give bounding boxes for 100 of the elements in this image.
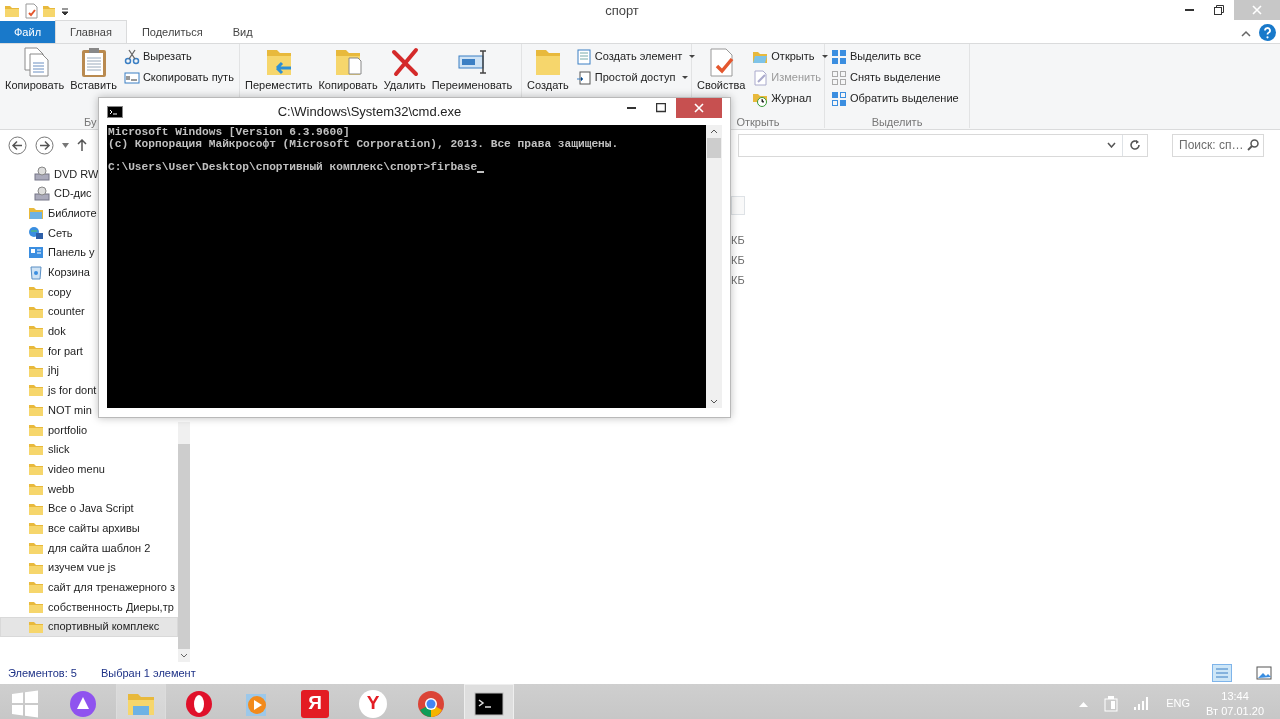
cursor bbox=[477, 171, 485, 173]
invert-selection-icon bbox=[831, 90, 847, 107]
assistant-icon bbox=[68, 688, 98, 719]
edit-icon bbox=[752, 69, 769, 86]
easy-access-icon bbox=[575, 69, 592, 86]
folder-icon bbox=[28, 520, 44, 537]
sidebar-item[interactable]: Библиоте bbox=[0, 203, 100, 224]
sidebar-item[interactable]: Все о Java Script bbox=[0, 498, 137, 519]
folder-icon bbox=[4, 3, 20, 19]
ribbon-button[interactable]: Свойства bbox=[696, 46, 747, 92]
sidebar-item[interactable]: video menu bbox=[0, 459, 108, 479]
large-icons-view-icon[interactable] bbox=[1256, 665, 1272, 681]
ribbon-button[interactable]: Создать элемент bbox=[573, 46, 698, 67]
console-output-line: (c) Корпорация Майкрософт (Microsoft Corporation), 2013. Все права защищены. bbox=[108, 138, 620, 150]
folder-icon bbox=[28, 402, 44, 419]
folder-icon bbox=[28, 323, 44, 340]
ribbon-button[interactable]: Выделить все bbox=[829, 46, 961, 67]
ribbon-button[interactable]: Вставить bbox=[69, 46, 118, 92]
minimize-icon bbox=[626, 107, 636, 109]
sidebar-item[interactable]: изучем vue js bbox=[0, 557, 119, 578]
restore-icon bbox=[1214, 5, 1224, 15]
sidebar-item[interactable]: jhj bbox=[0, 360, 62, 381]
start-icon bbox=[10, 688, 40, 719]
sidebar-item[interactable]: dok bbox=[0, 321, 69, 342]
sidebar-item[interactable]: js for dont bbox=[0, 380, 100, 401]
maximize-icon bbox=[656, 103, 666, 113]
search-field[interactable]: Поиск: сп… bbox=[1172, 133, 1264, 157]
ribbon-tab[interactable]: Главная bbox=[55, 20, 127, 43]
ribbon-button[interactable]: Копировать bbox=[317, 46, 379, 92]
forward-icon[interactable] bbox=[35, 135, 54, 155]
scrollbar[interactable] bbox=[706, 125, 722, 408]
sidebar-item[interactable]: Корзина bbox=[0, 262, 93, 283]
ribbon-tab[interactable]: Вид bbox=[217, 21, 268, 43]
sidebar-item[interactable]: сайт для тренажерного з bbox=[0, 577, 178, 598]
network-icon bbox=[28, 224, 44, 241]
recycle-bin-icon bbox=[28, 264, 44, 281]
ribbon-button[interactable]: Простой доступ bbox=[573, 67, 698, 88]
scroll-down-icon[interactable] bbox=[710, 399, 718, 404]
properties-icon[interactable] bbox=[24, 3, 38, 19]
taskbar-button[interactable]: Y bbox=[348, 684, 398, 719]
ribbon-button[interactable]: Журнал bbox=[750, 88, 830, 109]
sidebar-item[interactable]: для сайта шаблон 2 bbox=[0, 538, 154, 558]
close-icon bbox=[694, 103, 704, 113]
item-count: Элементов: 5 bbox=[8, 665, 77, 681]
ribbon-button[interactable]: Обратить выделение bbox=[829, 88, 961, 109]
caret-icon bbox=[682, 76, 689, 79]
sidebar-item[interactable]: все сайты архивы bbox=[0, 518, 143, 539]
scroll-thumb[interactable] bbox=[707, 138, 721, 158]
taskbar-button[interactable]: Я bbox=[290, 684, 340, 719]
ribbon-button[interactable]: Создать bbox=[526, 46, 570, 92]
sidebar-item[interactable]: portfolio bbox=[0, 419, 91, 440]
file-menu-button[interactable]: Файл bbox=[0, 21, 56, 43]
control-panel-icon bbox=[28, 244, 44, 261]
sidebar-item[interactable]: CD-дис bbox=[0, 183, 95, 204]
up-arrow-icon[interactable] bbox=[77, 139, 87, 151]
taskbar-button[interactable] bbox=[464, 684, 514, 719]
file-size: КБ bbox=[731, 233, 745, 248]
ribbon-button[interactable]: Удалить bbox=[382, 46, 427, 92]
yandex-icon: Я bbox=[301, 689, 329, 718]
select-none-icon bbox=[831, 69, 847, 86]
sidebar-item[interactable]: for part bbox=[0, 341, 86, 361]
caret-icon bbox=[821, 55, 828, 58]
opera-icon bbox=[184, 688, 214, 719]
new-item-icon bbox=[575, 48, 592, 65]
sidebar-item[interactable]: собственность Диеры,тр bbox=[0, 597, 177, 617]
sidebar-item[interactable]: webb bbox=[0, 479, 78, 499]
sidebar-item[interactable]: Сеть bbox=[0, 223, 76, 243]
folder-icon bbox=[28, 461, 44, 478]
ribbon-tab[interactable]: Поделиться bbox=[126, 21, 218, 43]
ribbon-button[interactable]: Скопировать путь bbox=[121, 67, 236, 88]
folder-icon bbox=[28, 441, 44, 458]
ribbon-button[interactable]: Переместить bbox=[244, 46, 314, 92]
sidebar-item[interactable]: NOT min bbox=[0, 400, 95, 420]
group-label: Открыть bbox=[736, 116, 780, 128]
sidebar-item[interactable]: counter bbox=[0, 301, 88, 322]
library-icon bbox=[28, 205, 44, 222]
window-title: C:\Windows\System32\cmd.exe bbox=[276, 102, 463, 121]
search-icon[interactable] bbox=[1247, 139, 1259, 151]
scroll-up-icon[interactable] bbox=[710, 129, 718, 134]
ribbon-button[interactable]: Снять выделение bbox=[829, 67, 961, 88]
scroll-down-icon[interactable] bbox=[179, 653, 188, 658]
back-icon[interactable] bbox=[8, 135, 27, 155]
ribbon-button[interactable]: Вырезать bbox=[121, 46, 236, 67]
folder-icon bbox=[28, 343, 44, 360]
help-icon[interactable] bbox=[1259, 24, 1276, 41]
select-all-icon bbox=[831, 48, 847, 65]
ribbon-button[interactable]: Копировать bbox=[4, 46, 66, 92]
minimize-icon bbox=[1184, 9, 1194, 11]
sidebar-item[interactable]: slick bbox=[0, 439, 73, 460]
caret-icon bbox=[689, 55, 696, 58]
ribbon-button[interactable]: Открыть bbox=[750, 46, 830, 67]
sidebar-item[interactable]: Панель у bbox=[0, 242, 98, 263]
caret-icon[interactable] bbox=[1107, 142, 1116, 148]
sidebar-item[interactable]: DVD RW bbox=[0, 164, 102, 184]
ribbon-button[interactable]: Переименовать bbox=[430, 46, 514, 92]
console-output-line: Microsoft Windows [Version 6.3.9600] bbox=[108, 127, 351, 139]
sidebar-item[interactable]: copy bbox=[0, 282, 75, 302]
group-label: Бу bbox=[84, 116, 97, 128]
sidebar-item[interactable]: спортивный комплекс bbox=[0, 616, 178, 637]
collapse-ribbon-icon[interactable] bbox=[1241, 28, 1251, 37]
